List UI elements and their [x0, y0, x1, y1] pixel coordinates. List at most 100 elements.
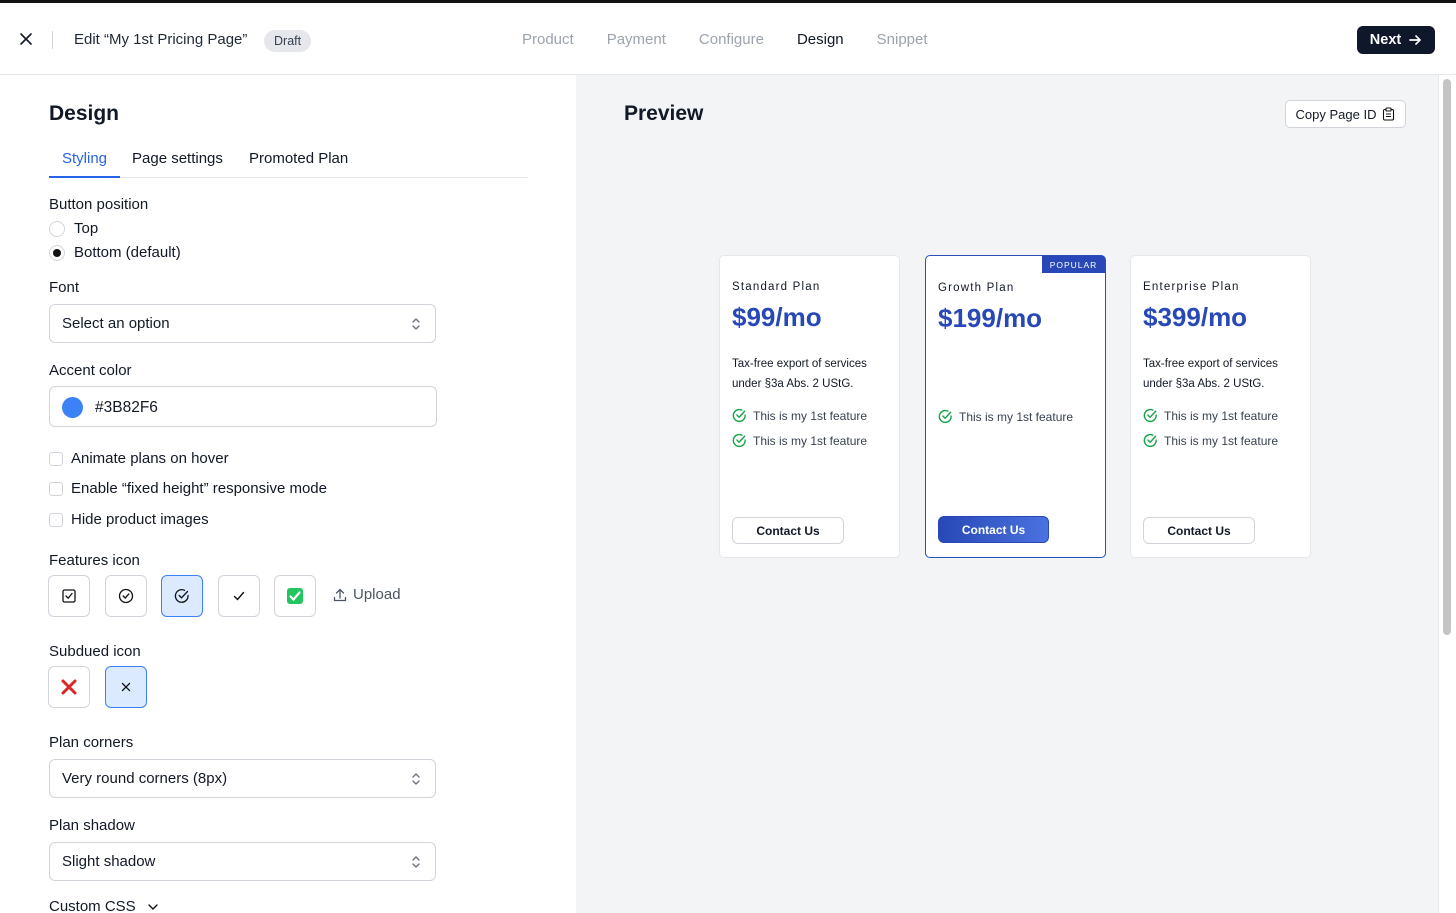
radio-bottom[interactable]: Bottom (default): [49, 244, 181, 261]
checkmark-icon: [233, 591, 245, 601]
red-x-icon: [61, 679, 77, 695]
chevron-up-down-icon: [412, 773, 420, 785]
next-button[interactable]: Next: [1357, 26, 1435, 54]
next-button-label: Next: [1369, 32, 1402, 48]
plan-corners-value: Very round corners (8px): [62, 770, 228, 787]
feature-icon-option-check[interactable]: [218, 575, 260, 617]
upload-label: Upload: [353, 586, 401, 603]
page-title: Edit “My 1st Pricing Page”: [74, 31, 248, 48]
feature-text: This is my 1st feature: [1164, 433, 1279, 448]
checkbox[interactable]: [49, 451, 63, 466]
radio-top[interactable]: Top: [49, 220, 98, 237]
chevron-up-down-icon: [412, 318, 420, 330]
contact-us-button[interactable]: Contact Us: [1143, 517, 1255, 544]
subdued-icon-label: Subdued icon: [49, 643, 141, 660]
preview-panel: Preview Copy Page ID Standard Plan $99/m…: [576, 75, 1438, 913]
feature-icon-option-green[interactable]: [274, 575, 316, 617]
color-swatch[interactable]: [62, 397, 83, 418]
checkbox-label: Hide product images: [71, 511, 209, 528]
wizard-steps: Product Payment Configure Design Snippet: [522, 31, 961, 48]
feature-text: This is my 1st feature: [959, 409, 1074, 424]
radio-button[interactable]: [49, 220, 65, 237]
checkbox-animate-plans[interactable]: Animate plans on hover: [49, 450, 229, 467]
accent-color-value: #3B82F6: [95, 399, 158, 416]
checkbox-label: Enable “fixed height” responsive mode: [71, 480, 327, 497]
feature-item: This is my 1st feature: [732, 433, 867, 448]
feature-text: This is my 1st feature: [753, 408, 868, 423]
step-payment[interactable]: Payment: [607, 31, 666, 48]
feature-text: This is my 1st feature: [753, 433, 868, 448]
x-icon: [121, 682, 131, 692]
step-product[interactable]: Product: [522, 31, 574, 48]
checkbox[interactable]: [49, 481, 63, 496]
checkbox-fixed-height[interactable]: Enable “fixed height” responsive mode: [49, 480, 327, 497]
font-select-value: Select an option: [62, 315, 170, 332]
upload-button[interactable]: Upload: [332, 586, 401, 603]
plan-corners-select[interactable]: Very round corners (8px): [49, 759, 436, 798]
top-bar: Edit “My 1st Pricing Page” Draft Product…: [0, 0, 1456, 75]
plan-shadow-value: Slight shadow: [62, 853, 156, 870]
checkbox-hide-images[interactable]: Hide product images: [49, 511, 209, 528]
plan-name: Enterprise Plan: [1143, 281, 1240, 293]
accent-color-input[interactable]: #3B82F6: [49, 386, 437, 427]
feature-item: This is my 1st feature: [1143, 433, 1278, 448]
contact-us-button[interactable]: Contact Us: [732, 517, 844, 544]
custom-css-toggle[interactable]: Custom CSS: [49, 898, 160, 913]
plan-shadow-select[interactable]: Slight shadow: [49, 842, 436, 881]
tab-promoted-plan[interactable]: Promoted Plan: [249, 150, 348, 178]
close-icon[interactable]: [16, 29, 36, 49]
design-panel: Design Styling Page settings Promoted Pl…: [0, 75, 576, 913]
plan-corners-label: Plan corners: [49, 734, 134, 751]
tab-styling[interactable]: Styling: [49, 150, 120, 178]
plan-description: Tax-free export of services under §3a Ab…: [1143, 358, 1278, 390]
button-position-label: Button position: [49, 196, 149, 213]
preview-heading: Preview: [624, 102, 704, 125]
check-circle-icon: [732, 433, 746, 448]
plan-card-standard: Standard Plan $99/mo Tax-free export of …: [719, 255, 900, 558]
custom-css-label: Custom CSS: [49, 898, 136, 913]
plan-description: Tax-free export of services under §3a Ab…: [732, 358, 867, 390]
plan-card-growth: POPULAR Growth Plan $199/mo This is my 1…: [925, 255, 1106, 558]
step-configure[interactable]: Configure: [699, 31, 764, 48]
copy-page-id-label: Copy Page ID: [1295, 106, 1377, 122]
checkbox-label: Animate plans on hover: [71, 450, 229, 467]
arrow-right-icon: [1409, 35, 1422, 45]
scrollbar[interactable]: [1438, 75, 1456, 913]
plan-price: $199/mo: [938, 303, 1043, 333]
font-select[interactable]: Select an option: [49, 304, 436, 343]
feature-icon-option-circle[interactable]: [105, 575, 147, 617]
check-circle-icon: [732, 408, 746, 423]
copy-page-id-button[interactable]: Copy Page ID: [1285, 100, 1406, 128]
plan-name: Growth Plan: [938, 282, 1015, 294]
plan-price: $99/mo: [732, 302, 822, 332]
plan-name: Standard Plan: [732, 281, 821, 293]
header-divider: [52, 31, 53, 49]
chevron-up-down-icon: [412, 856, 420, 868]
check-circle-icon: [938, 409, 952, 424]
popular-badge: POPULAR: [1042, 256, 1105, 273]
radio-label: Top: [74, 220, 99, 237]
checkbox[interactable]: [49, 512, 63, 527]
accent-color-label: Accent color: [49, 362, 132, 379]
feature-icon-option-circle-alt[interactable]: [161, 575, 203, 617]
check-circle-alt-icon: [174, 589, 189, 603]
radio-button-selected[interactable]: [49, 244, 65, 261]
check-circle-icon: [1143, 433, 1157, 448]
plan-shadow-label: Plan shadow: [49, 817, 135, 834]
scrollbar-thumb[interactable]: [1443, 79, 1451, 635]
design-heading: Design: [49, 102, 120, 125]
design-tabs: Styling Page settings Promoted Plan: [49, 150, 528, 178]
clipboard-icon: [1383, 107, 1395, 121]
checkbox-square-icon: [62, 589, 76, 603]
subdued-icon-option-red-x[interactable]: [48, 666, 90, 708]
step-snippet[interactable]: Snippet: [877, 31, 928, 48]
status-badge: Draft: [264, 30, 312, 52]
step-design[interactable]: Design: [797, 31, 844, 48]
upload-icon: [333, 588, 347, 601]
tab-page-settings[interactable]: Page settings: [132, 150, 223, 178]
subdued-icon-option-x[interactable]: [105, 666, 147, 708]
feature-icon-option-checkbox[interactable]: [48, 575, 90, 617]
contact-us-button[interactable]: Contact Us: [938, 516, 1049, 543]
font-label: Font: [49, 279, 80, 296]
radio-label: Bottom (default): [74, 244, 181, 261]
